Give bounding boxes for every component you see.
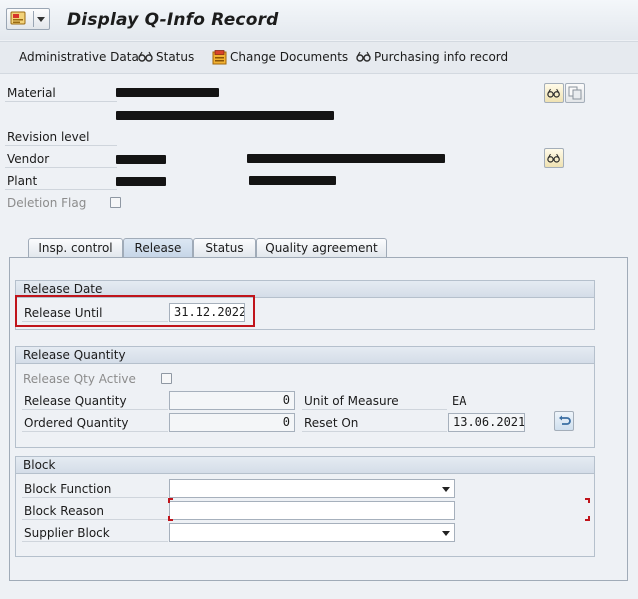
material-description-redacted — [116, 111, 334, 120]
administrative-data-label: Administrative Data — [19, 50, 139, 64]
plant-label-underline — [5, 189, 117, 190]
block-reason-input[interactable] — [169, 501, 455, 520]
tab-release[interactable]: Release — [123, 238, 193, 258]
reset-arrow-icon — [559, 415, 571, 425]
tab-insp-control[interactable]: Insp. control — [28, 238, 123, 257]
ordered-quantity-label: Ordered Quantity — [24, 416, 129, 430]
block-reason-bracket-bottom-right — [585, 516, 590, 521]
vendor-number-redacted — [116, 155, 166, 164]
block-title: Block — [16, 457, 594, 474]
reset-on-field[interactable]: 13.06.2021 — [448, 413, 525, 432]
vendor-label-underline — [5, 167, 117, 168]
plant-label: Plant — [7, 174, 38, 188]
block-reason-underline — [22, 519, 168, 520]
glasses-icon — [547, 153, 560, 163]
release-until-highlight — [15, 295, 255, 327]
purchasing-info-record-button[interactable]: Purchasing info record — [356, 49, 508, 65]
purchasing-info-record-label: Purchasing info record — [374, 50, 509, 64]
block-function-label: Block Function — [24, 482, 112, 496]
status-button-label: Status — [156, 50, 195, 64]
release-qty-active-label: Release Qty Active — [23, 372, 136, 386]
revision-level-underline — [5, 145, 117, 146]
change-documents-icon — [212, 49, 227, 64]
vendor-name-redacted — [247, 154, 445, 163]
chevron-down-icon — [442, 487, 450, 492]
sap-menu-icon — [10, 11, 26, 25]
material-copy-button[interactable] — [565, 83, 585, 103]
release-quantity-title: Release Quantity — [16, 347, 594, 364]
unit-of-measure-underline — [302, 409, 447, 410]
chevron-down-icon — [442, 531, 450, 536]
reset-button[interactable] — [554, 411, 574, 431]
administrative-data-button[interactable]: Administrative Data — [19, 49, 139, 65]
glasses-icon — [138, 51, 153, 62]
block-function-underline — [22, 497, 168, 498]
block-function-select[interactable] — [169, 479, 455, 498]
unit-of-measure-label: Unit of Measure — [304, 394, 399, 408]
change-documents-label: Change Documents — [230, 50, 349, 64]
supplier-block-label: Supplier Block — [24, 526, 110, 540]
glasses-icon — [547, 88, 560, 98]
system-menu-divider — [33, 11, 34, 27]
tab-status[interactable]: Status — [193, 238, 256, 257]
copy-document-icon — [568, 86, 582, 100]
tab-quality-agreement[interactable]: Quality agreement — [256, 238, 387, 257]
system-menu-button[interactable] — [6, 8, 50, 30]
supplier-block-select[interactable] — [169, 523, 455, 542]
supplier-block-underline — [22, 541, 168, 542]
vendor-label: Vendor — [7, 152, 50, 166]
material-number-redacted — [116, 88, 219, 97]
deletion-flag-checkbox[interactable] — [110, 197, 121, 208]
reset-on-underline — [302, 431, 447, 432]
material-label: Material — [7, 86, 56, 100]
plant-number-redacted — [116, 177, 166, 186]
release-quantity-field[interactable]: 0 — [169, 391, 295, 410]
block-reason-bracket-bottom-left — [168, 516, 173, 521]
unit-of-measure-value: EA — [452, 394, 467, 408]
deletion-flag-label: Deletion Flag — [7, 196, 87, 210]
page-title: Display Q-Info Record — [67, 10, 279, 30]
block-reason-bracket-top-right — [585, 498, 590, 503]
plant-name-redacted — [249, 176, 336, 185]
revision-level-label: Revision level — [7, 130, 90, 144]
block-reason-bracket-top-left — [168, 498, 173, 503]
status-button[interactable]: Status — [138, 49, 194, 65]
change-documents-button[interactable]: Change Documents — [212, 49, 348, 65]
material-label-underline — [5, 101, 117, 102]
dropdown-arrow-icon — [37, 17, 45, 22]
reset-on-label: Reset On — [304, 416, 359, 430]
block-reason-label: Block Reason — [24, 504, 105, 518]
ordered-quantity-field[interactable]: 0 — [169, 413, 295, 432]
vendor-display-button[interactable] — [544, 148, 564, 168]
release-qty-active-checkbox[interactable] — [161, 373, 172, 384]
material-display-button[interactable] — [544, 83, 564, 103]
release-quantity-underline — [22, 409, 168, 410]
release-quantity-label: Release Quantity — [24, 394, 127, 408]
glasses-icon — [356, 51, 371, 62]
ordered-quantity-underline — [22, 431, 168, 432]
